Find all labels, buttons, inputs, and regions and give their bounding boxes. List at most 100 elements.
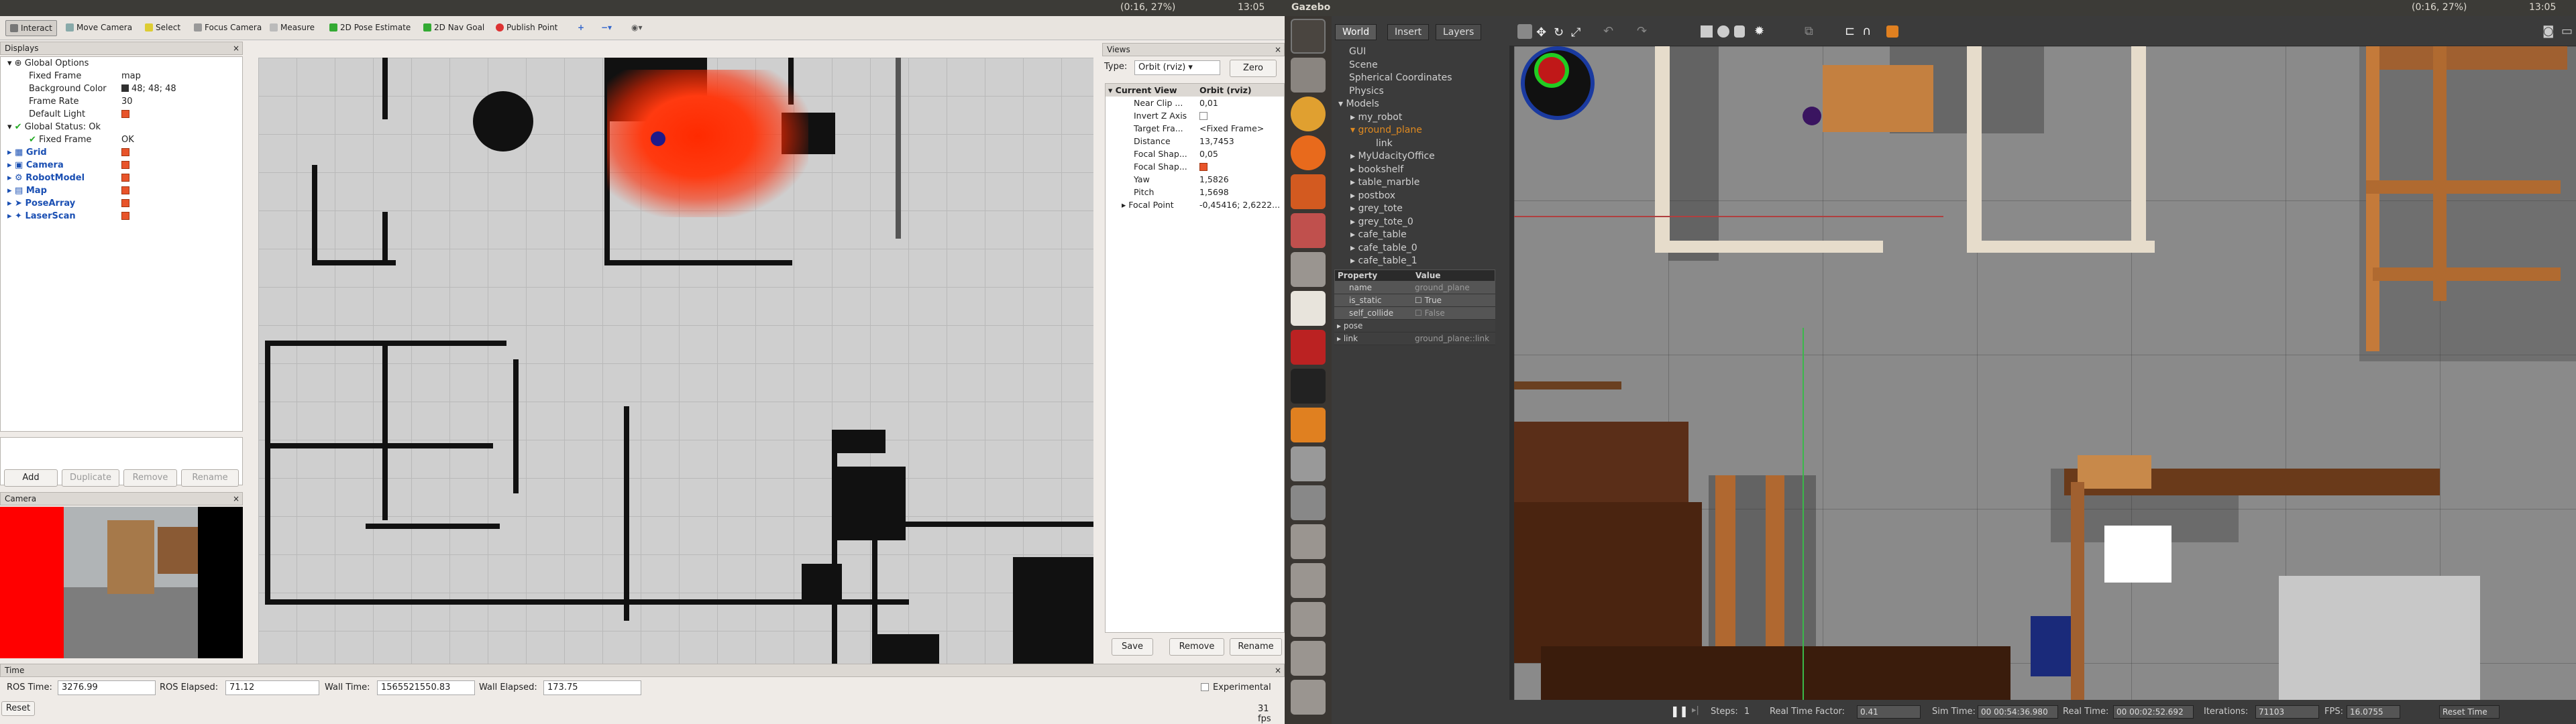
view-row[interactable]: Pitch 1,5698	[1106, 186, 1284, 198]
view-row[interactable]: Focal Shap...	[1106, 160, 1284, 173]
checkbox[interactable]	[121, 148, 129, 156]
rename-view-button[interactable]: Rename	[1230, 638, 1282, 656]
drive-icon[interactable]	[1291, 524, 1326, 559]
tab-layers[interactable]: Layers	[1436, 24, 1482, 40]
close-icon[interactable]: ×	[233, 44, 239, 53]
terminal-icon[interactable]	[1291, 369, 1326, 404]
files-icon[interactable]	[1291, 58, 1326, 93]
checkbox[interactable]	[121, 212, 129, 220]
orange-record-icon[interactable]	[1886, 25, 1898, 38]
close-icon[interactable]: ×	[1275, 666, 1281, 675]
ros-time-field[interactable]: 3276.99	[58, 680, 156, 695]
pause-icon[interactable]: ❚❚	[1670, 705, 1688, 717]
select-mode-icon[interactable]	[1517, 24, 1532, 39]
settings-icon[interactable]	[1291, 213, 1326, 248]
tree-row[interactable]: ▸ ➤ PoseArray	[1, 197, 242, 210]
property-row[interactable]: self_collide ☐ False	[1334, 307, 1495, 320]
cylinder-shape-icon[interactable]	[1734, 25, 1745, 38]
property-row[interactable]: is_static ☐ True	[1334, 294, 1495, 307]
close-icon[interactable]: ×	[233, 494, 239, 503]
view-row[interactable]: Yaw 1,5826	[1106, 173, 1284, 186]
tree-item[interactable]: Scene	[1336, 59, 1497, 72]
tree-row[interactable]: ✔ Fixed Frame OK	[1, 133, 242, 146]
dash-icon[interactable]	[1291, 19, 1326, 54]
tree-item[interactable]: ▸ table_marble	[1336, 176, 1497, 190]
camera-type-icon[interactable]: ◉▾	[627, 20, 647, 36]
gazebo-icon[interactable]	[1291, 408, 1326, 442]
view-row[interactable]: Invert Z Axis	[1106, 109, 1284, 122]
clock-right[interactable]: 13:05	[2529, 2, 2556, 13]
tree-item[interactable]: ▸ my_robot	[1336, 111, 1497, 125]
measure-tool[interactable]: Measure	[266, 20, 319, 36]
tree-item[interactable]: ▾ Models	[1336, 98, 1497, 111]
add-display-button[interactable]: Add	[4, 469, 58, 487]
software-center-icon[interactable]	[1291, 174, 1326, 209]
select-tool[interactable]: Select	[141, 20, 184, 36]
view-row[interactable]: Focal Shap... 0,05	[1106, 147, 1284, 160]
tree-item[interactable]: link	[1336, 137, 1497, 151]
tab-world[interactable]: World	[1335, 24, 1377, 40]
tree-row[interactable]: ▸ ⚙ RobotModel	[1, 172, 242, 184]
gazebo-3d-scene[interactable]	[1514, 46, 2576, 700]
undo-icon[interactable]: ↶	[1603, 24, 1613, 38]
drive-icon[interactable]	[1291, 563, 1326, 598]
tree-item[interactable]: ▸ cafe_table_1	[1336, 255, 1497, 268]
map-3d-view[interactable]	[258, 58, 1093, 674]
firefox-icon[interactable]	[1291, 135, 1326, 170]
step-icon[interactable]: ▸|	[1692, 705, 1699, 715]
tree-item[interactable]: ▸ cafe_table	[1336, 229, 1497, 242]
tree-row[interactable]: ▾ ✔ Global Status: Ok	[1, 121, 242, 133]
experimental-checkbox[interactable]: Experimental	[1201, 682, 1271, 692]
media-icon[interactable]	[1291, 330, 1326, 365]
tree-item[interactable]: ▸ grey_tote_0	[1336, 216, 1497, 229]
view-row[interactable]: Near Clip ... 0,01	[1106, 97, 1284, 109]
rename-button[interactable]: Rename	[181, 469, 239, 487]
sphere-shape-icon[interactable]	[1717, 25, 1729, 38]
tree-row[interactable]: ▸ ▣ Camera	[1, 159, 242, 172]
tree-row[interactable]: Default Light	[1, 108, 242, 121]
tree-item[interactable]: Physics	[1336, 85, 1497, 99]
property-row[interactable]: name ground_plane	[1334, 282, 1495, 294]
tex-icon[interactable]	[1291, 291, 1326, 326]
view-row[interactable]: Target Fra... <Fixed Frame>	[1106, 122, 1284, 135]
tree-item[interactable]: ▸ bookshelf	[1336, 164, 1497, 177]
ros-elapsed-field[interactable]: 71.12	[225, 680, 319, 695]
battery-status[interactable]: (0:16, 27%)	[1120, 2, 1175, 13]
tree-item[interactable]: Spherical Coordinates	[1336, 72, 1497, 85]
drive-icon[interactable]	[1291, 641, 1326, 676]
tree-item[interactable]: ▸ postbox	[1336, 190, 1497, 203]
tree-row[interactable]: ▸ ✦ LaserScan	[1, 210, 242, 223]
remove-tool-icon[interactable]: −▾	[597, 20, 616, 36]
tab-insert[interactable]: Insert	[1387, 24, 1430, 40]
view-row[interactable]: Distance 13,7453	[1106, 135, 1284, 147]
checkbox[interactable]	[121, 110, 129, 118]
property-row[interactable]: ▸ link ground_plane::link	[1334, 333, 1495, 345]
wall-time-field[interactable]: 1565521550.83	[377, 680, 475, 695]
pose-estimate-tool[interactable]: 2D Pose Estimate	[325, 20, 415, 36]
clock[interactable]: 13:05	[1238, 2, 1265, 13]
chrome-icon[interactable]	[1291, 97, 1326, 131]
tree-item-selected[interactable]: ▾ ground_plane	[1336, 124, 1497, 137]
tree-row[interactable]: ▸ ▤ Map	[1, 184, 242, 197]
screenshot-icon[interactable]: ◙	[2542, 24, 2554, 38]
tree-item[interactable]: ▸ MyUdacityOffice	[1336, 150, 1497, 164]
tree-row[interactable]: ▾ ⊕ Global Options	[1, 57, 242, 70]
battery-status-right[interactable]: (0:16, 27%)	[2412, 2, 2467, 13]
box-shape-icon[interactable]	[1701, 25, 1713, 38]
view-row[interactable]: ▸ Focal Point -0,45416; 2,6222...	[1106, 198, 1284, 211]
zero-button[interactable]: Zero	[1230, 60, 1277, 77]
checkbox[interactable]	[121, 161, 129, 169]
checkbox[interactable]	[1199, 163, 1208, 171]
publish-point-tool[interactable]: Publish Point	[492, 20, 561, 36]
reset-time-button[interactable]: Reset Time	[2439, 705, 2500, 719]
tree-item[interactable]: GUI	[1336, 46, 1497, 59]
rviz-icon[interactable]	[1291, 446, 1326, 481]
tree-item[interactable]: ▸ cafe_table_0	[1336, 242, 1497, 255]
steps-value[interactable]: 1	[1744, 707, 1750, 717]
interact-tool[interactable]: Interact	[5, 20, 57, 36]
scale-icon[interactable]: ⤢	[1571, 25, 1580, 40]
checkbox[interactable]	[121, 186, 129, 194]
nav-goal-tool[interactable]: 2D Nav Goal	[419, 20, 488, 36]
camera-app-icon[interactable]	[1291, 485, 1326, 520]
remove-button[interactable]: Remove	[123, 469, 177, 487]
